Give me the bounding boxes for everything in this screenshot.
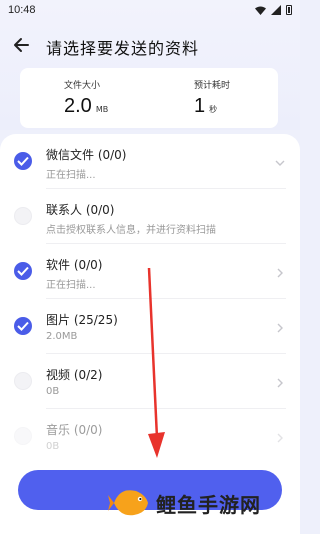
checkbox-unchecked-icon[interactable]: [14, 427, 32, 445]
chevron-right-icon[interactable]: [274, 264, 286, 278]
file-size-label: 文件大小: [64, 81, 101, 91]
chevron-right-icon[interactable]: [274, 429, 286, 443]
list-item-subtitle: 正在扫描...: [46, 280, 96, 291]
list-item-subtitle: 点击授权联系人信息，并进行资料扫描: [46, 225, 216, 236]
list-item-title: 图片 (25/25): [46, 313, 118, 327]
page-title: 请选择要发送的资料: [46, 39, 200, 58]
list-item-title: 联系人 (0/0): [46, 203, 115, 217]
list-item-contacts[interactable]: 联系人 (0/0) 点击授权联系人信息，并进行资料扫描: [0, 189, 300, 243]
estimated-time-value: 1: [194, 95, 206, 117]
list-item-title: 软件 (0/0): [46, 258, 103, 272]
fish-logo-icon: [108, 490, 148, 516]
watermark-logo: 鲤鱼手游网: [108, 478, 300, 528]
estimated-time-stat: 预计耗时 1 秒: [194, 78, 230, 118]
page-header: 请选择要发送的资料: [0, 30, 300, 60]
annotation-arrow-icon: [143, 267, 169, 460]
status-bar: 10:48: [0, 0, 300, 20]
checkbox-unchecked-icon[interactable]: [14, 372, 32, 390]
list-item-subtitle: 0B: [46, 386, 60, 397]
back-arrow-icon[interactable]: [12, 35, 32, 55]
wifi-icon: [255, 6, 266, 15]
checkbox-checked-icon[interactable]: [14, 317, 32, 335]
list-item-subtitle: 2.0MB: [46, 331, 78, 342]
summary-card: 文件大小 2.0 MB 预计耗时 1 秒: [20, 68, 278, 128]
checkbox-unchecked-icon[interactable]: [14, 207, 32, 225]
status-icons: [255, 5, 292, 15]
list-item-title: 音乐 (0/0): [46, 423, 103, 437]
file-size-stat: 文件大小 2.0 MB: [64, 78, 108, 118]
checkbox-checked-icon[interactable]: [14, 152, 32, 170]
list-item-subtitle: 0B: [46, 441, 60, 452]
list-item-wechat-files[interactable]: 微信文件 (0/0) 正在扫描...: [0, 134, 300, 188]
list-item-title: 视频 (0/2): [46, 368, 103, 382]
file-size-value: 2.0: [64, 95, 92, 117]
list-item-title: 微信文件 (0/0): [46, 148, 127, 162]
status-time: 10:48: [8, 4, 36, 16]
list-item-subtitle: 正在扫描...: [46, 170, 96, 181]
signal-icon: [271, 5, 281, 15]
chevron-down-icon[interactable]: [274, 154, 286, 166]
chevron-right-icon[interactable]: [274, 374, 286, 388]
estimated-time-unit: 秒: [209, 105, 218, 114]
chevron-right-icon[interactable]: [274, 319, 286, 333]
file-size-unit: MB: [95, 105, 109, 114]
battery-icon: [286, 5, 292, 15]
checkbox-checked-icon[interactable]: [14, 262, 32, 280]
watermark-text: 鲤鱼手游网: [156, 492, 261, 517]
estimated-time-label: 预计耗时: [194, 81, 231, 91]
